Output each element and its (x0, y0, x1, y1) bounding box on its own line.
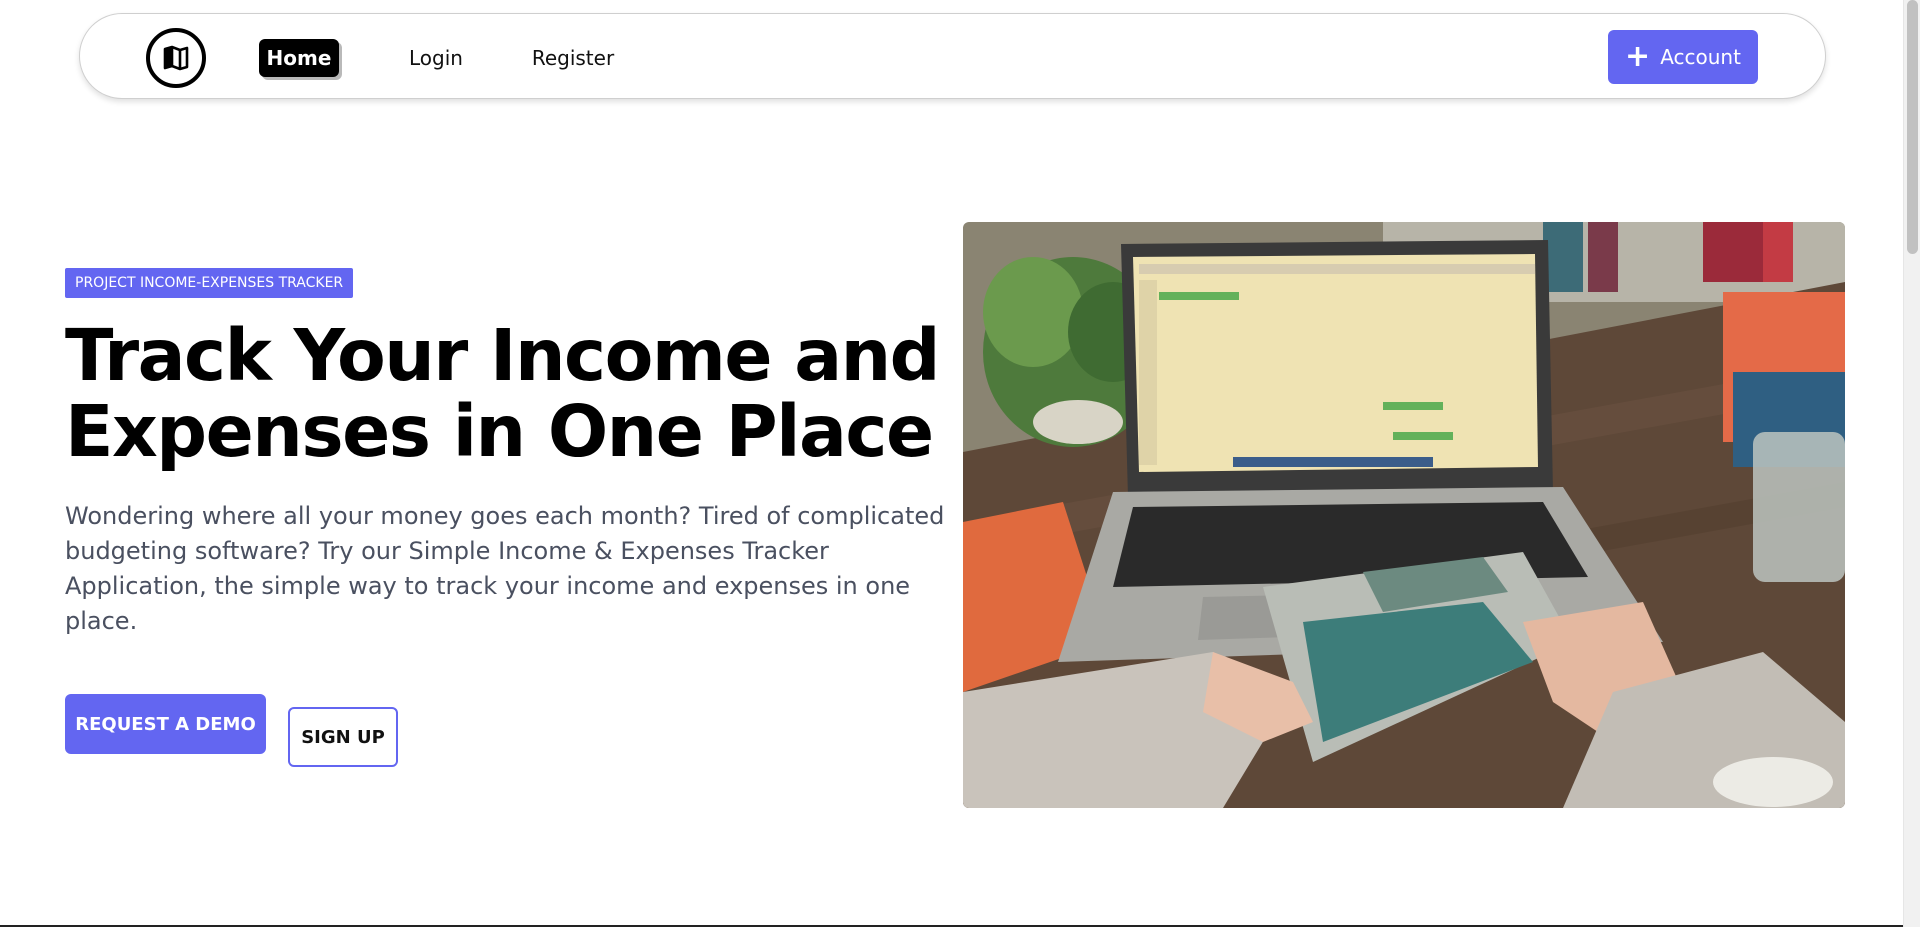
plus-icon: + (1625, 39, 1651, 74)
map-icon (163, 45, 189, 71)
nav-home-link[interactable]: Home (259, 39, 339, 77)
account-button-label: Account (1660, 45, 1741, 69)
sign-up-button[interactable]: SIGN UP (288, 707, 398, 767)
page-scrollbar[interactable] (1903, 0, 1920, 927)
project-badge: PROJECT INCOME-EXPENSES TRACKER (65, 268, 354, 298)
headline-line-1: Track Your Income and (65, 314, 941, 397)
hero-image (963, 222, 1845, 808)
nav-login-link[interactable]: Login (401, 39, 471, 77)
headline-line-2: Expenses in One Place (65, 390, 934, 473)
nav-register-link[interactable]: Register (523, 39, 623, 77)
account-button[interactable]: + Account (1608, 30, 1758, 84)
request-demo-button[interactable]: REQUEST A DEMO (65, 694, 266, 754)
navbar: Home Login Register + Account (79, 13, 1826, 99)
hero-description: Wondering where all your money goes each… (65, 502, 945, 635)
page: Home Login Register + Account PROJECT IN… (0, 0, 1920, 927)
logo-icon[interactable] (146, 28, 206, 88)
scrollbar-thumb[interactable] (1907, 0, 1918, 254)
hero-headline: Track Your Income and Expenses in One Pl… (65, 318, 945, 470)
